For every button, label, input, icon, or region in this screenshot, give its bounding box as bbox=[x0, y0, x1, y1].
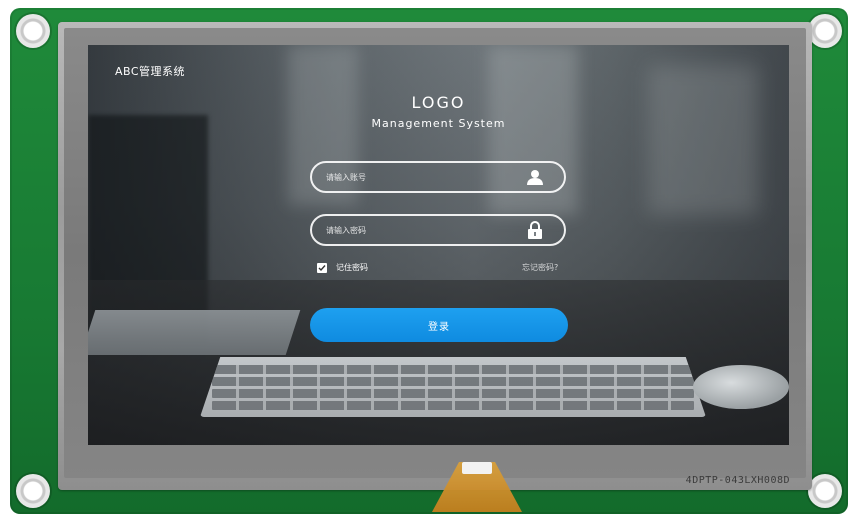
keyboard-row bbox=[212, 365, 694, 374]
logo-text: LOGO bbox=[411, 93, 466, 112]
user-icon bbox=[524, 166, 546, 188]
app-title: ABC管理系统 bbox=[115, 65, 186, 78]
keyboard-row bbox=[212, 389, 694, 398]
lcd-module-photo: 4DPTP-043LXH008D ABC管理系统 LOGO Management… bbox=[0, 0, 858, 518]
remember-checkbox[interactable] bbox=[317, 262, 327, 273]
username-input[interactable] bbox=[312, 171, 524, 183]
remember-password[interactable]: 记住密码 bbox=[317, 262, 368, 273]
password-field[interactable] bbox=[310, 214, 566, 246]
background-keyboard bbox=[200, 357, 706, 417]
keyboard-row bbox=[212, 401, 694, 410]
system-subtitle: Management System bbox=[371, 117, 506, 130]
background-mouse bbox=[693, 365, 789, 409]
flex-cable-tab bbox=[462, 462, 492, 474]
login-button[interactable]: 登录 bbox=[310, 308, 568, 342]
keyboard-row bbox=[212, 377, 694, 386]
username-field[interactable] bbox=[310, 161, 566, 193]
password-input[interactable] bbox=[312, 224, 524, 236]
check-icon bbox=[318, 264, 326, 271]
background-window-light bbox=[648, 65, 758, 215]
lock-icon bbox=[524, 219, 546, 241]
mounting-hole-bottom-left bbox=[16, 474, 50, 508]
remember-label: 记住密码 bbox=[336, 263, 368, 272]
forgot-password-link[interactable]: 忘记密码? bbox=[522, 262, 558, 273]
mounting-hole-bottom-right bbox=[808, 474, 842, 508]
mounting-hole-top-left bbox=[16, 14, 50, 48]
login-screen: ABC管理系统 LOGO Management System 请输入账号 记住密… bbox=[88, 45, 789, 445]
mounting-hole-top-right bbox=[808, 14, 842, 48]
panel-marking: 4DPTP-043LXH008D bbox=[685, 475, 790, 486]
background-laptop bbox=[88, 310, 301, 355]
